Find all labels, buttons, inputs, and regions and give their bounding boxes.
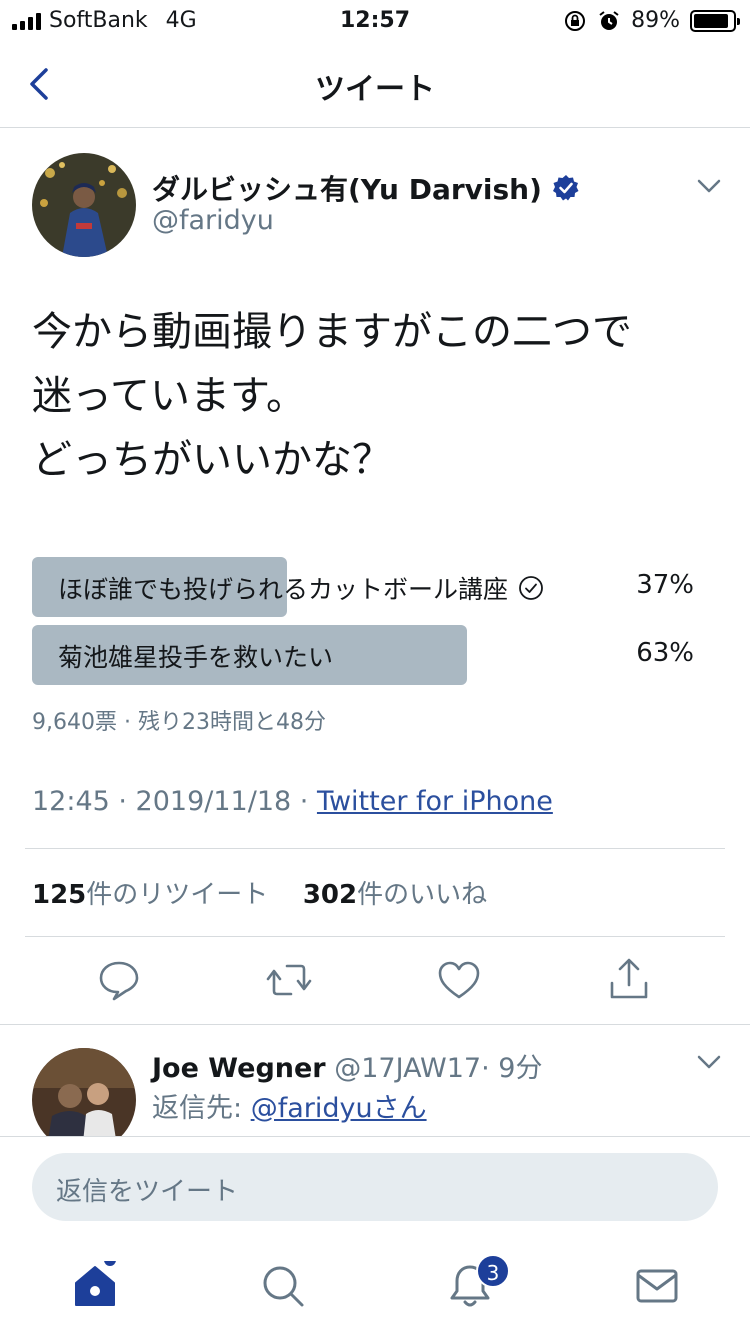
home-icon[interactable] — [70, 1261, 120, 1311]
bottom-bar: 返信をツイート — [0, 1136, 750, 1334]
tweet-text-line: 今から動画撮りますがこの二つで — [32, 309, 632, 355]
battery-icon — [690, 9, 740, 32]
poll-option: 菊池雄星投手を救いたい 63% — [32, 625, 722, 685]
reply-to-label: 返信先: — [152, 1093, 251, 1124]
heart-icon[interactable] — [434, 955, 484, 1005]
reply-to: 返信先: @faridyuさん — [152, 1086, 427, 1125]
timestamp-text: 12:45 · 2019/11/18 · — [32, 786, 317, 817]
chevron-down-icon[interactable] — [696, 1052, 722, 1072]
divider — [0, 1024, 750, 1025]
poll-option-text: ほぼ誰でも投げられるカットボール講座 — [58, 575, 509, 604]
author-handle[interactable]: @faridyu — [152, 205, 274, 236]
mail-icon[interactable] — [632, 1261, 682, 1311]
source-link[interactable]: Twitter for iPhone — [317, 786, 553, 817]
share-icon[interactable] — [604, 955, 654, 1005]
verified-badge-icon — [552, 175, 579, 201]
reply-header: Joe Wegner @17JAW17· 9分 — [152, 1046, 542, 1085]
compose-placeholder: 返信をツイート — [56, 1177, 239, 1207]
author-name[interactable]: ダルビッシュ有(Yu Darvish) — [152, 168, 580, 208]
comment-icon[interactable] — [94, 955, 144, 1005]
retweets-label: 件のリツイート — [86, 880, 269, 910]
likes-label: 件のいいね — [357, 880, 488, 910]
check-circle-icon — [519, 576, 543, 600]
page-title: ツイート — [315, 72, 435, 107]
reply-author-handle[interactable]: @17JAW17 — [334, 1053, 481, 1084]
retweets-stat[interactable]: 125件のリツイート — [32, 880, 268, 910]
search-icon[interactable] — [258, 1261, 308, 1311]
battery-percent: 89% — [631, 8, 680, 33]
status-bar: SoftBank 4G 12:57 89% — [0, 0, 750, 42]
reply-compose-input[interactable]: 返信をツイート — [32, 1153, 718, 1221]
battery-fill — [694, 13, 728, 28]
tweet-stats: 125件のリツイート 302件のいいね — [32, 874, 487, 911]
nav-header: ツイート — [0, 42, 750, 128]
poll-option-percent: 63% — [636, 638, 694, 668]
status-right: 89% — [563, 8, 740, 33]
poll-option-text: 菊池雄星投手を救いたい — [58, 643, 334, 672]
poll-option-label: 菊池雄星投手を救いたい — [58, 638, 333, 674]
tweet-text-line: 迷っています。 — [32, 373, 306, 419]
avatar-image — [32, 153, 136, 257]
likes-stat[interactable]: 302件のいいね — [303, 880, 487, 910]
divider — [25, 848, 725, 849]
reply-to-link[interactable]: @faridyuさん — [251, 1093, 427, 1124]
chevron-down-icon[interactable] — [696, 176, 722, 196]
poll-option-label: ほぼ誰でも投げられるカットボール講座 — [58, 570, 544, 606]
author-name-text: ダルビッシュ有(Yu Darvish) — [152, 173, 542, 206]
likes-count: 302 — [302, 880, 358, 910]
divider — [25, 936, 725, 937]
author-avatar[interactable] — [32, 153, 136, 257]
reply-author-name[interactable]: Joe Wegner — [152, 1053, 326, 1084]
tweet-text-line: どっちがいいかな？ — [32, 437, 392, 483]
alarm-icon — [599, 10, 619, 30]
tweet-timestamp: 12:45 · 2019/11/18 · Twitter for iPhone — [32, 786, 553, 817]
retweet-icon[interactable] — [264, 955, 314, 1005]
poll-option-percent: 37% — [636, 570, 694, 600]
poll-meta: 9,640票 · 残り23時間と48分 — [32, 710, 326, 735]
reply-time: · 9分 — [481, 1053, 543, 1084]
poll-option: ほぼ誰でも投げられるカットボール講座 37% — [32, 557, 722, 617]
retweets-count: 125 — [32, 880, 87, 910]
notifications-badge: 3 — [476, 1254, 510, 1288]
tweet-text: 今から動画撮りますがこの二つで 迷っています。 どっちがいいかな？ — [32, 300, 722, 492]
tweet-actions — [0, 955, 750, 1015]
orientation-lock-icon — [565, 10, 586, 31]
